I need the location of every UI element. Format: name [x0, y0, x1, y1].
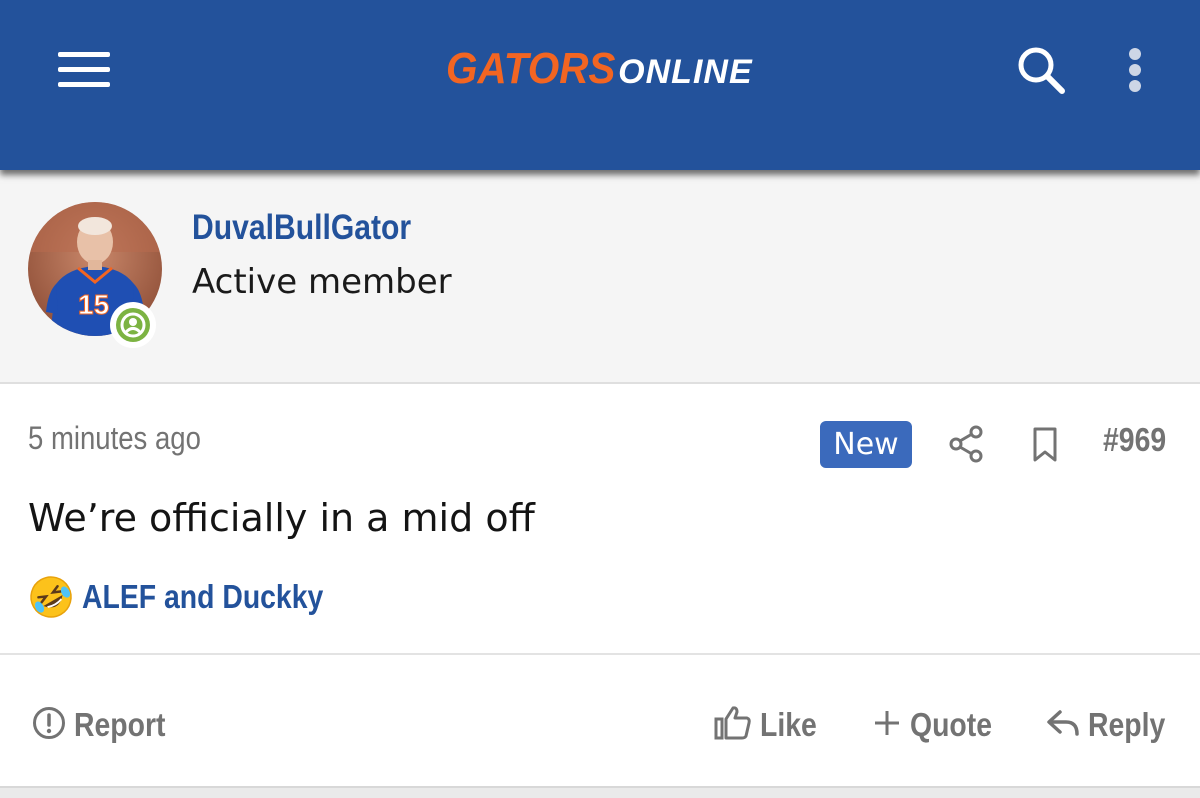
like-label: Like — [760, 706, 817, 743]
post-timestamp[interactable]: 5 minutes ago — [28, 420, 201, 457]
thumbs-up-icon — [714, 705, 752, 746]
quote-label: Quote — [910, 706, 992, 743]
bookmark-icon[interactable] — [1030, 426, 1060, 464]
svg-text:15: 15 — [78, 289, 109, 320]
next-post-edge — [0, 786, 1200, 798]
quote-button[interactable]: Quote — [872, 700, 1005, 750]
post-message: We’re officially in a mid off — [28, 496, 535, 540]
post-author-section: 15 DuvalBullGator Active member — [0, 170, 1200, 384]
reply-button[interactable]: Reply — [1046, 700, 1178, 750]
search-icon[interactable] — [1014, 44, 1070, 96]
report-button[interactable]: Report — [32, 700, 180, 750]
logo-text-gators: GATORS — [446, 44, 616, 93]
menu-icon[interactable] — [58, 52, 110, 88]
reply-label: Reply — [1088, 706, 1166, 743]
top-navigation-bar: GATORSONLINE — [0, 0, 1200, 170]
username-link[interactable]: DuvalBullGator — [192, 208, 411, 248]
reaction-users-link[interactable]: ALEF and Duckky — [82, 578, 323, 616]
like-button[interactable]: Like — [714, 700, 826, 750]
share-icon[interactable] — [948, 424, 986, 464]
divider — [0, 653, 1200, 655]
report-icon — [32, 706, 66, 745]
logo-text-online: ONLINE — [618, 53, 753, 91]
online-status-icon — [110, 302, 156, 348]
report-label: Report — [74, 706, 166, 743]
plus-icon — [872, 708, 902, 743]
reply-arrow-icon — [1046, 708, 1080, 743]
rolling-on-floor-laughing-emoji[interactable] — [28, 574, 74, 620]
user-title: Active member — [192, 262, 452, 302]
more-vertical-icon[interactable] — [1122, 44, 1148, 96]
new-badge: New — [820, 421, 912, 468]
post-number-link[interactable]: #969 — [1103, 421, 1166, 459]
site-logo[interactable]: GATORSONLINE — [446, 46, 753, 92]
